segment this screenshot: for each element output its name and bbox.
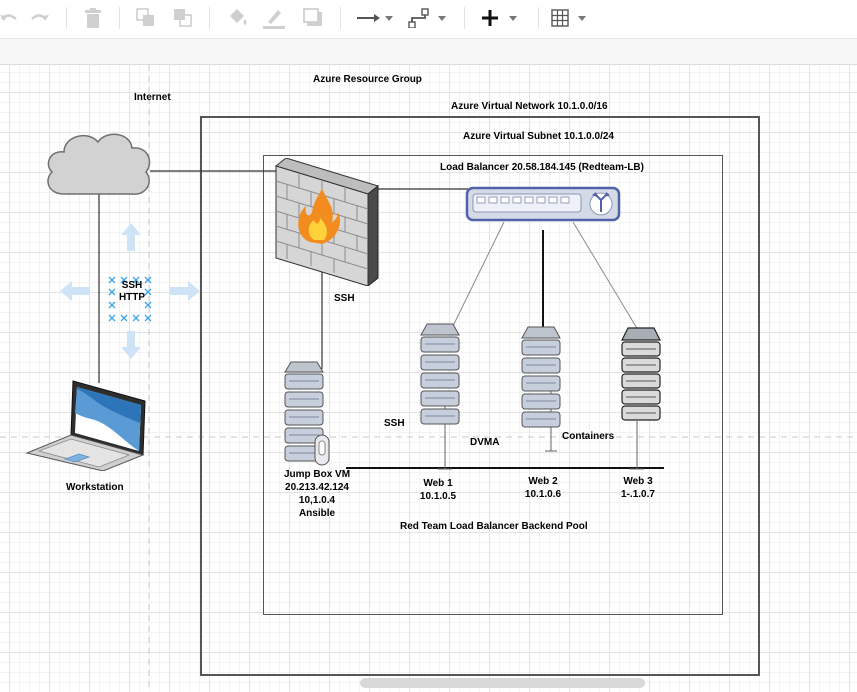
dvma-label: DVMA: [470, 437, 500, 448]
internet-label: Internet: [134, 92, 171, 103]
jumpbox-private-ip-label: 10,1.0.4: [298, 495, 336, 506]
ssh-label: SSH: [121, 280, 143, 291]
toolbar-separator: [66, 7, 67, 29]
jumpbox-ssh-label: SSH: [384, 418, 405, 429]
format-bar: [0, 38, 857, 65]
toolbar-separator: [464, 7, 465, 29]
lb-web1-link: [451, 221, 505, 329]
selection-cross-icon: [108, 314, 116, 322]
web1-ip-label: 10.1.0.5: [419, 491, 457, 502]
web2-ip-label: 10.1.0.6: [524, 489, 562, 500]
web3-server-icon[interactable]: [620, 327, 664, 425]
delete-icon[interactable]: [82, 5, 104, 31]
web2-server-icon[interactable]: [520, 326, 564, 430]
line-color-icon[interactable]: [261, 5, 287, 31]
jumpbox-ansible-label: Ansible: [298, 508, 336, 519]
lb-web3-link: [572, 221, 639, 331]
workstation-label: Workstation: [66, 482, 124, 493]
insert-icon[interactable]: [481, 5, 523, 31]
connection-icon[interactable]: [356, 5, 396, 31]
internet-cloud-icon[interactable]: [42, 128, 156, 200]
toolbar-separator: [538, 7, 539, 29]
shadow-icon[interactable]: [302, 5, 324, 31]
web1-name-label: Web 1: [423, 478, 453, 489]
to-front-icon[interactable]: [135, 5, 157, 31]
undo-icon[interactable]: [0, 5, 18, 31]
jumpbox-public-ip-label: 20.213.42.124: [285, 482, 349, 493]
backend-pool-label: Red Team Load Balancer Backend Pool: [400, 521, 588, 532]
vnet-label: Azure Virtual Network 10.1.0.0/16: [451, 101, 608, 112]
toolbar: [0, 0, 857, 38]
fill-color-icon[interactable]: [226, 5, 250, 31]
resource-group-label: Azure Resource Group: [313, 74, 422, 85]
jumpbox-name-label: Jump Box VM: [283, 469, 351, 480]
table-icon[interactable]: [551, 5, 591, 31]
waypoints-icon[interactable]: [408, 5, 450, 31]
redo-icon[interactable]: [28, 5, 52, 31]
toolbar-separator: [119, 7, 120, 29]
web2-name-label: Web 2: [528, 476, 558, 487]
toolbar-separator: [340, 7, 341, 29]
workstation-laptop-icon[interactable]: [25, 379, 153, 471]
firewall-icon[interactable]: [274, 158, 380, 286]
selection-cross-icon: [144, 314, 152, 322]
horizontal-scrollbar[interactable]: [360, 678, 645, 688]
firewall-ssh-label: SSH: [334, 293, 355, 304]
selection-cross-icon: [120, 314, 128, 322]
web3-ip-label: 1-.1.0.7: [621, 489, 655, 500]
jumpbox-server-icon[interactable]: [283, 359, 331, 469]
subnet-label: Azure Virtual Subnet 10.1.0.0/24: [463, 131, 614, 142]
toolbar-separator: [209, 7, 210, 29]
http-label: HTTP: [118, 292, 146, 303]
diagram-canvas[interactable]: Azure Resource Group Internet Azure Virt…: [0, 65, 857, 692]
web3-name-label: Web 3: [623, 476, 653, 487]
load-balancer-icon[interactable]: [465, 186, 621, 224]
to-back-icon[interactable]: [172, 5, 194, 31]
web1-server-icon[interactable]: [419, 323, 463, 427]
selection-cross-icon: [132, 314, 140, 322]
load-balancer-label: Load Balancer 20.58.184.145 (Redteam-LB): [440, 162, 644, 173]
containers-label: Containers: [562, 431, 615, 442]
